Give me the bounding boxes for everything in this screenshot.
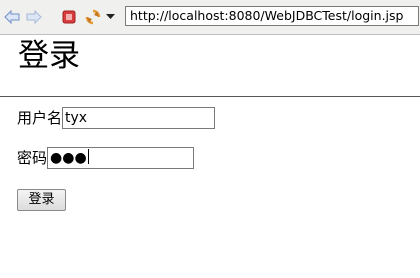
password-mask: ●●● [50,150,87,166]
forward-arrow-icon[interactable] [25,8,43,26]
username-input[interactable]: tyx [62,107,216,129]
password-row: 密码 ●●● [17,147,195,169]
login-button[interactable]: 登录 [17,189,66,211]
page-title: 登录 [18,38,80,74]
dropdown-icon[interactable] [104,8,116,26]
back-arrow-icon[interactable] [3,8,21,26]
stop-icon[interactable] [60,8,78,26]
refresh-icon[interactable] [84,8,102,26]
password-label: 密码 [17,149,48,167]
text-cursor [87,149,89,164]
username-label: 用户名 [17,109,63,127]
browser-toolbar: http://localhost:8080/WebJDBCTest/login.… [0,0,420,35]
address-bar[interactable]: http://localhost:8080/WebJDBCTest/login.… [125,6,419,26]
username-row: 用户名 tyx [17,107,216,129]
password-input[interactable]: ●●● [47,147,195,169]
horizontal-divider [0,96,420,97]
